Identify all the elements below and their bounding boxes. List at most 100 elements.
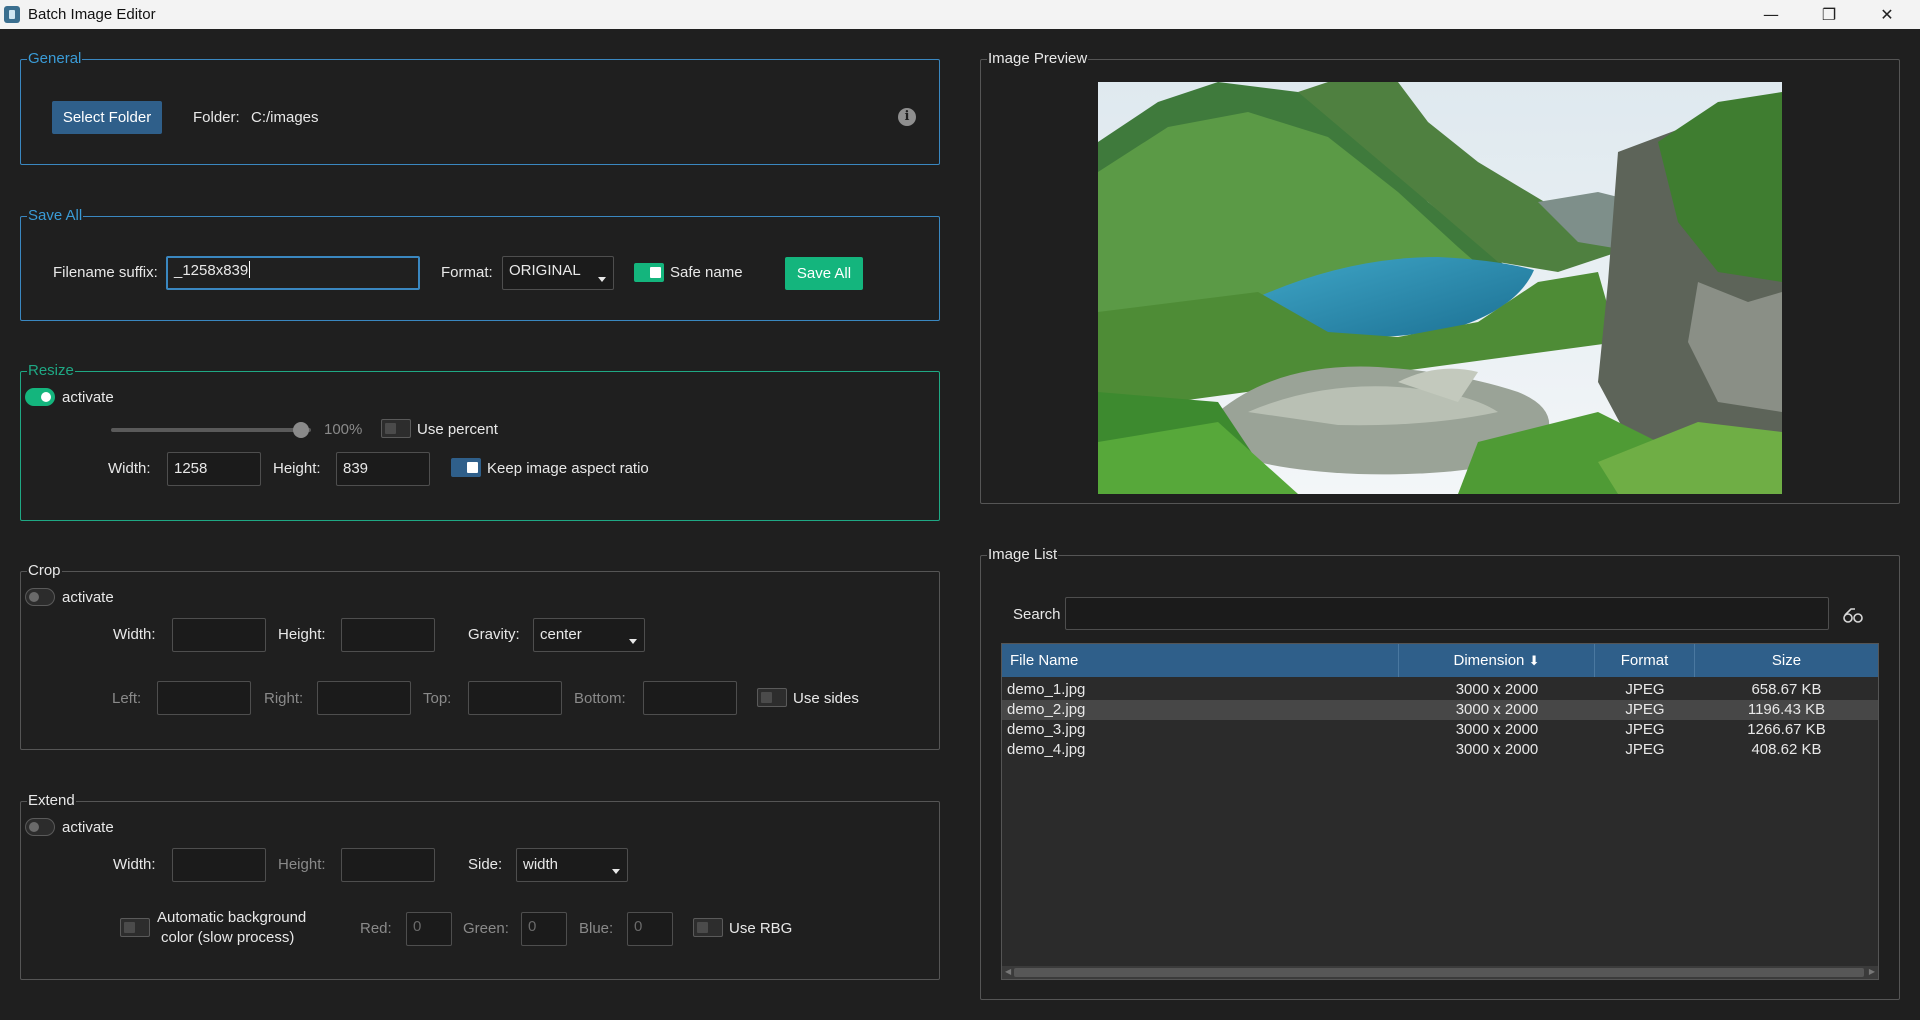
scroll-left-icon[interactable]: ◀ xyxy=(1005,967,1011,976)
crop-activate-toggle[interactable] xyxy=(25,588,55,606)
table-row[interactable]: demo_1.jpg 3000 x 2000 JPEG 658.67 KB xyxy=(1002,680,1878,700)
crop-right-input[interactable] xyxy=(317,681,411,715)
horizontal-scrollbar[interactable]: ◀ ▶ xyxy=(1002,966,1878,979)
general-group: General Select Folder Folder: C:/images … xyxy=(20,50,940,165)
green-input[interactable]: 0 xyxy=(521,912,567,946)
cell-size: 1266.67 KB xyxy=(1747,721,1826,738)
use-rbg-checkbox[interactable] xyxy=(693,918,723,937)
search-input[interactable] xyxy=(1065,597,1829,630)
cell-format: JPEG xyxy=(1625,721,1665,738)
column-dimension-text: Dimension xyxy=(1453,652,1525,669)
resize-height-label: Height: xyxy=(273,460,321,477)
cell-format: JPEG xyxy=(1625,681,1665,698)
column-header-file-name[interactable]: File Name xyxy=(1002,644,1399,677)
crop-height-input[interactable] xyxy=(341,618,435,652)
cell-dimension: 3000 x 2000 xyxy=(1455,681,1539,698)
extend-width-label: Width: xyxy=(113,856,156,873)
image-list-legend: Image List xyxy=(987,546,1059,564)
save-all-group: Save All Filename suffix: _1258x839 Form… xyxy=(20,207,940,321)
gravity-select[interactable]: center xyxy=(533,618,645,652)
resize-height-input[interactable]: 839 xyxy=(336,452,430,486)
crop-activate-label: activate xyxy=(62,589,114,606)
extend-activate-label: activate xyxy=(62,819,114,836)
safe-name-checkbox[interactable] xyxy=(634,263,664,282)
auto-background-label-line1: Automatic background xyxy=(157,909,307,926)
cell-name: demo_3.jpg xyxy=(1007,721,1086,738)
use-percent-checkbox[interactable] xyxy=(381,419,411,438)
scroll-right-icon[interactable]: ▶ xyxy=(1869,967,1875,976)
keep-aspect-checkbox[interactable] xyxy=(451,458,481,477)
use-sides-label: Use sides xyxy=(793,690,859,707)
preview-image xyxy=(1098,82,1782,494)
filename-suffix-input[interactable]: _1258x839 xyxy=(166,256,420,290)
crop-width-input[interactable] xyxy=(172,618,266,652)
extend-group: Extend activate Width: Height: Side: wid… xyxy=(20,792,940,980)
save-all-button[interactable]: Save All xyxy=(785,257,863,290)
info-icon[interactable]: i xyxy=(898,108,916,126)
cell-dimension: 3000 x 2000 xyxy=(1455,701,1539,718)
extend-height-input[interactable] xyxy=(341,848,435,882)
folder-path: C:/images xyxy=(251,109,319,126)
blue-input[interactable]: 0 xyxy=(627,912,673,946)
image-preview-legend: Image Preview xyxy=(987,50,1089,68)
crop-bottom-input[interactable] xyxy=(643,681,737,715)
search-reset-icon[interactable] xyxy=(1842,606,1864,624)
gravity-select-value: center xyxy=(540,626,582,643)
crop-group: Crop activate Width: Height: Gravity: ce… xyxy=(20,562,940,750)
crop-top-input[interactable] xyxy=(468,681,562,715)
safe-name-label: Safe name xyxy=(670,264,743,281)
cell-format: JPEG xyxy=(1625,741,1665,758)
resize-activate-toggle[interactable] xyxy=(25,388,55,406)
auto-background-checkbox[interactable] xyxy=(120,918,150,937)
resize-percent-slider[interactable] xyxy=(111,428,311,432)
save-all-legend: Save All xyxy=(27,207,84,225)
blue-label: Blue: xyxy=(579,920,614,937)
crop-right-label: Right: xyxy=(264,690,304,707)
auto-background-label-line2: color (slow process) xyxy=(161,929,295,946)
crop-bottom-label: Bottom: xyxy=(574,690,626,707)
cell-format: JPEG xyxy=(1625,701,1665,718)
minimize-button[interactable]: — xyxy=(1742,0,1800,29)
column-header-format[interactable]: Format xyxy=(1595,644,1695,677)
crop-height-label: Height: xyxy=(278,626,326,643)
text-caret xyxy=(249,261,251,278)
use-percent-label: Use percent xyxy=(417,421,498,438)
extend-width-input[interactable] xyxy=(172,848,266,882)
scrollbar-thumb[interactable] xyxy=(1014,968,1864,977)
red-input[interactable]: 0 xyxy=(406,912,452,946)
cell-size: 408.62 KB xyxy=(1751,741,1822,758)
cell-name: demo_1.jpg xyxy=(1007,681,1086,698)
column-header-size[interactable]: Size xyxy=(1695,644,1878,677)
slider-handle[interactable] xyxy=(293,422,309,438)
percent-value: 100% xyxy=(324,421,363,438)
close-button[interactable]: ✕ xyxy=(1858,0,1916,29)
extend-legend: Extend xyxy=(27,792,76,810)
crop-width-label: Width: xyxy=(113,626,156,643)
extend-height-label: Height: xyxy=(278,856,326,873)
format-select[interactable]: ORIGINAL xyxy=(502,256,614,290)
crop-left-input[interactable] xyxy=(157,681,251,715)
red-label: Red: xyxy=(360,920,392,937)
side-select[interactable]: width xyxy=(516,848,628,882)
column-format-text: Format xyxy=(1620,652,1669,669)
select-folder-button[interactable]: Select Folder xyxy=(52,101,162,134)
table-row[interactable]: demo_3.jpg 3000 x 2000 JPEG 1266.67 KB xyxy=(1002,720,1878,740)
use-rbg-label: Use RBG xyxy=(729,920,793,937)
use-sides-checkbox[interactable] xyxy=(757,688,787,707)
cell-size: 1196.43 KB xyxy=(1747,701,1826,718)
extend-activate-toggle[interactable] xyxy=(25,818,55,836)
column-header-dimension[interactable]: Dimension ⬇ xyxy=(1399,644,1595,677)
image-table[interactable]: File Name Dimension ⬇ Format Size demo_1… xyxy=(1001,643,1879,980)
table-row[interactable]: demo_2.jpg 3000 x 2000 JPEG 1196.43 KB xyxy=(1002,700,1878,720)
crop-left-label: Left: xyxy=(112,690,142,707)
cell-name: demo_2.jpg xyxy=(1007,701,1086,718)
resize-width-input[interactable]: 1258 xyxy=(167,452,261,486)
window-title: Batch Image Editor xyxy=(28,6,156,23)
restore-button[interactable]: ❐ xyxy=(1800,0,1858,29)
resize-legend: Resize xyxy=(27,362,75,380)
resize-activate-label: activate xyxy=(62,389,114,406)
side-select-value: width xyxy=(523,856,559,873)
keep-aspect-label: Keep image aspect ratio xyxy=(487,460,649,477)
table-row[interactable]: demo_4.jpg 3000 x 2000 JPEG 408.62 KB xyxy=(1002,740,1878,760)
folder-label: Folder: xyxy=(193,109,240,126)
